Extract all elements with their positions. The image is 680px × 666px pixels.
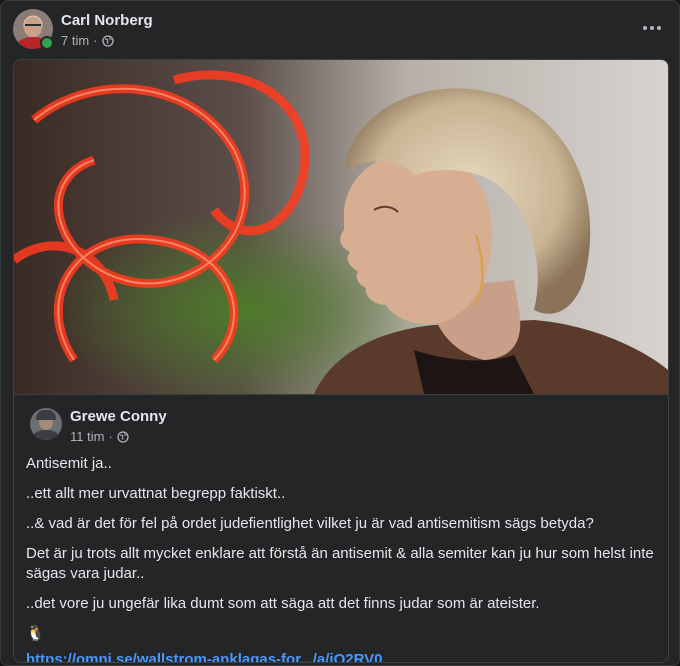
post-meta: 7 tim · — [61, 33, 114, 48]
meta-separator: · — [108, 429, 113, 444]
post-paragraph: ..ett allt mer urvattnat begrepp faktisk… — [26, 485, 286, 502]
shared-post-meta: 11 tim · — [70, 429, 129, 444]
post-author-name[interactable]: Carl Norberg — [61, 12, 153, 29]
penguin-emoji: 🐧 — [26, 625, 45, 642]
post-paragraph: ..& vad är det för fel på ordet judefien… — [26, 515, 594, 532]
post-paragraph: Antisemit ja.. — [26, 455, 112, 472]
online-status-indicator — [40, 36, 54, 50]
meta-separator: · — [93, 33, 98, 48]
feed-post: Carl Norberg 7 tim · Grewe Conny 11 tim … — [0, 0, 680, 666]
divider — [14, 394, 668, 395]
author-avatar[interactable] — [13, 9, 54, 50]
post-paragraph: ..det vore ju ungefär lika dumt som att … — [26, 595, 540, 612]
shared-author-name[interactable]: Grewe Conny — [70, 408, 167, 425]
globe-icon — [117, 430, 129, 443]
shared-post-timestamp[interactable]: 11 tim — [70, 429, 104, 444]
shared-author-avatar[interactable] — [30, 408, 62, 440]
post-photo[interactable] — [14, 60, 668, 394]
post-paragraph: Det är ju trots allt mycket enklare att … — [26, 545, 654, 582]
post-link[interactable]: https://omni.se/wallstrom-anklagas-for..… — [26, 651, 382, 662]
post-body: Antisemit ja.. ..ett allt mer urvattnat … — [26, 454, 660, 662]
shared-post: Grewe Conny 11 tim · Antisemit ja.. ..et… — [13, 59, 669, 663]
more-options-icon[interactable] — [637, 15, 667, 41]
globe-icon — [101, 34, 114, 47]
post-timestamp[interactable]: 7 tim — [61, 33, 89, 48]
